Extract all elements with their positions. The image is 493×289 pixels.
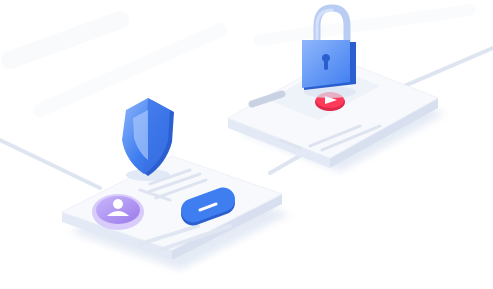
keyhole xyxy=(324,60,328,70)
avatar[interactable] xyxy=(92,194,144,230)
security-illustration xyxy=(0,0,493,289)
lock-icon xyxy=(302,4,356,98)
illustration-canvas xyxy=(0,4,493,270)
